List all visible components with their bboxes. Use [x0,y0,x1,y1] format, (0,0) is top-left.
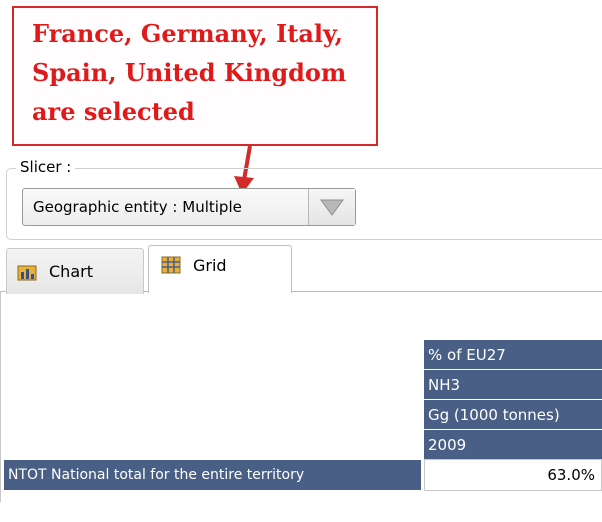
row-header-ntot: NTOT National total for the entire terri… [4,460,421,490]
slicer-label: Slicer : [16,158,76,176]
column-header-unit: Gg (1000 tonnes) [424,399,602,429]
tab-grid-label: Grid [193,256,227,275]
table-cell-value: 63.0% [424,459,602,491]
tab-chart-label: Chart [49,262,93,281]
annotation-line-3: are selected [32,97,195,126]
annotation-line-1: France, Germany, Italy, [32,19,344,48]
annotation-line-2: Spain, United Kingdom [32,58,347,87]
column-header-pollutant: NH3 [424,369,602,399]
content-border [0,292,1,502]
grid-icon [161,256,181,274]
geographic-entity-dropdown[interactable]: Geographic entity : Multiple [22,188,356,226]
tab-chart[interactable]: Chart [6,248,144,294]
annotation-callout: France, Germany, Italy, Spain, United Ki… [12,6,378,146]
column-header-measure: % of EU27 [424,339,602,369]
slicer-selected-value: Geographic entity : Multiple [33,198,242,216]
tab-grid[interactable]: Grid [148,245,292,293]
dropdown-button[interactable] [308,189,355,225]
triangle-down-icon [320,199,344,216]
column-header-year: 2009 [424,429,602,459]
chart-icon [17,265,37,280]
